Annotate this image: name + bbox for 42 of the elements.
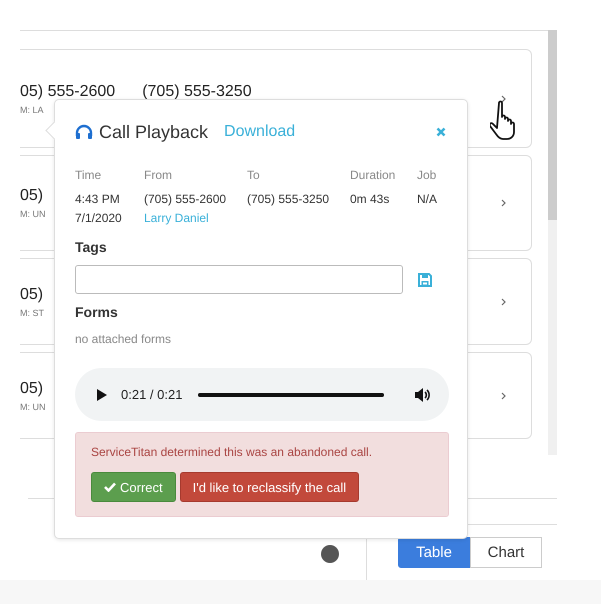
popover-title: Call Playback [99,122,208,142]
phone-number: 05) 555-2600 [20,82,116,100]
phone-number: 05) [20,187,44,205]
column-header: From [144,168,172,182]
card-subtitle: M: ST [20,308,44,318]
detail-value: 7/1/2020 [75,211,122,225]
check-icon [104,482,116,492]
card-subtitle: M: UN [20,209,46,219]
tags-input[interactable] [75,265,403,294]
detail-value: 0m 43s [350,192,390,206]
view-tab[interactable]: Chart [470,537,542,568]
detail-value: 4:43 PM [75,192,120,206]
caller-link[interactable]: Larry Daniel [144,211,209,225]
correct-button[interactable]: Correct [91,472,176,502]
detail-value: (705) 555-3250 [247,192,330,206]
view-tab[interactable]: Table [398,537,470,568]
phone-number: (705) 555-3250 [142,82,252,100]
headphones-icon [75,124,93,140]
info-icon[interactable] [321,545,339,563]
forms-label: Forms [75,304,119,320]
phone-number: 05) [20,380,44,398]
detail-value: N/A [417,192,438,206]
column-header: Duration [350,168,396,182]
audio-player[interactable]: 0:21 / 0:21 [75,368,449,421]
scrollbar[interactable] [548,30,557,455]
reclassify-button[interactable]: I'd like to reclassify the call [180,472,360,502]
column-header: Time [75,168,102,182]
column-header: To [247,168,260,182]
volume-icon[interactable] [415,388,431,402]
play-icon[interactable] [97,388,107,400]
detail-value: (705) 555-2600 [144,192,226,206]
empty-forms-text: no attached forms [75,332,172,346]
download-link[interactable]: Download [224,123,296,141]
column-header: Job [417,168,436,182]
tags-label: Tags [75,239,108,255]
alert-message: ServiceTitan determined this was an abandoned call. [91,445,374,459]
card-subtitle: M: UN [20,402,46,412]
progress-bar[interactable] [198,392,384,396]
playback-time: 0:21 / 0:21 [121,387,182,402]
scrollbar-thumb[interactable] [548,30,557,220]
phone-number: 05) [20,286,44,304]
card-subtitle: M: LA [20,104,44,114]
